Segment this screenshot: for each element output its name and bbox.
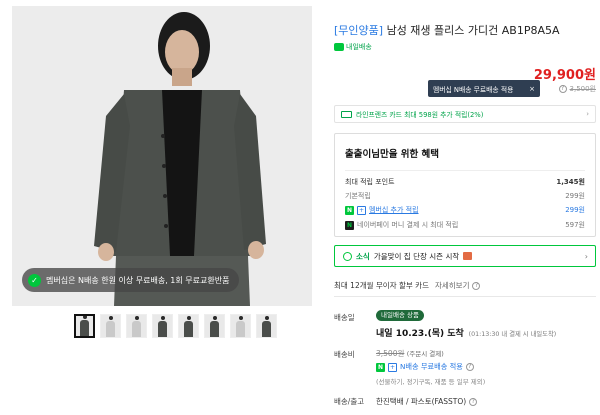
promo-text: 멤버십은 N배송 한원 이상 무료배송, 1회 무료교환반품 (46, 275, 230, 285)
thumbnail[interactable] (256, 314, 277, 338)
divider (334, 296, 596, 297)
original-price: ? 3,500원 (558, 84, 596, 94)
fee-original: 3,500원 (376, 349, 405, 358)
shipping-fee-label: 배송비 (334, 350, 355, 359)
news-prefix: 소식 (356, 251, 370, 261)
basic-label: 기본적립 (345, 192, 371, 200)
close-icon[interactable]: × (529, 85, 535, 93)
original-price-value: 3,500원 (569, 85, 596, 93)
card-offer-text: 라인프렌즈 카드 최대 598원 추가 적립(2%) (356, 111, 484, 119)
max-points-row: 최대 적립 포인트 1,345원 (345, 177, 585, 187)
model-illustration (12, 6, 312, 306)
fee-note: (주문시 결제) (406, 350, 444, 358)
membership-points-link[interactable]: 멤버십 추가 적립 (369, 205, 419, 215)
thumbnail[interactable] (100, 314, 121, 338)
benefit-heading: 출출이님만을 위한 혜택 (345, 149, 440, 160)
membership-promo-pill: ✓ 멤버십은 N배송 한원 이상 무료배송, 1회 무료교환반품 (22, 268, 240, 292)
thumbnail[interactable] (74, 314, 95, 338)
basic-points-row: 기본적립 299원 (345, 191, 585, 201)
help-icon: ? (472, 281, 481, 290)
max-points-label: 최대 적립 포인트 (345, 178, 395, 186)
sale-price: 29,900원 (533, 68, 596, 83)
arrival-note: (01:13:30 내 결제 시 내일도착) (468, 331, 557, 338)
npay-points-row: N 네이버페이 머니 결제 시 최대 적립 597원 (345, 220, 585, 230)
installment-more-link[interactable]: 자세히보기 ? (435, 280, 481, 291)
membership-points-row: N + 멤버십 추가 적립 299원 (345, 205, 585, 215)
shipping-fee: 3,500원 (주문시 결제) (376, 348, 444, 359)
next-day-tag: 내일배송 (334, 42, 372, 52)
card-icon (341, 110, 352, 118)
arrival-date: 내일 10.23.(목) 도착 (376, 329, 464, 339)
thumbnail[interactable] (204, 314, 225, 338)
benefit-box: 출출이님만을 위한 혜택 최대 적립 포인트 1,345원 기본적립 299원 … (334, 133, 596, 237)
card-offer-bar[interactable]: 라인프렌즈 카드 최대 598원 추가 적립(2%) › (334, 105, 596, 123)
help-icon[interactable]: ? (469, 397, 478, 406)
help-icon[interactable]: ? (558, 85, 567, 93)
thumbnail[interactable] (152, 314, 173, 338)
plus-icon: + (388, 362, 397, 372)
season-news-bar[interactable]: 소식 가을맞이 집 단장 시즌 시작 › (334, 245, 596, 267)
npay-label: 네이버페이 머니 결제 시 최대 적립 (357, 221, 459, 229)
thumbnail-strip (74, 314, 277, 338)
chevron-right-icon: › (586, 110, 589, 118)
n-badge-icon: N (345, 205, 354, 215)
chevron-right-icon: › (584, 251, 588, 261)
member-shipping-note: (선물하기, 정기구독, 재품 등 일부 제외) (376, 378, 486, 386)
next-day-product-badge: 내일배송 상품 (376, 310, 424, 321)
membership-free-shipping: N + N배송 무료배송 적용 ? (376, 362, 474, 372)
carrier-name: 한진택배 / 파스토(FASSTO) (376, 397, 467, 406)
thumbnail[interactable] (230, 314, 251, 338)
delivery-day-label: 배송일 (334, 313, 355, 322)
n-badge-icon: N (376, 362, 385, 372)
thumbnail[interactable] (126, 314, 147, 338)
member-shipping-text: N배송 무료배송 적용 (400, 362, 463, 371)
carrier-info: 한진택배 / 파스토(FASSTO) ? (376, 396, 478, 407)
membership-tooltip: 멤버십 N배송 무료배송 적용 × (428, 80, 540, 97)
npay-icon: N (345, 220, 354, 230)
delivery-icon (334, 43, 344, 51)
npay-value: 597원 (565, 221, 585, 229)
arrival-info: 내일 10.23.(목) 도착 (01:13:30 내 결제 시 내일도착) (376, 326, 556, 339)
carrier-label: 배송/출고 (334, 397, 365, 406)
check-icon: ✓ (28, 273, 41, 287)
max-points-value: 1,345원 (556, 178, 585, 186)
plus-icon: + (357, 205, 366, 215)
tooltip-text: 멤버십 N배송 무료배송 적용 (433, 85, 514, 94)
thumbnail[interactable] (178, 314, 199, 338)
news-text: 가을맞이 집 단장 시즌 시작 (373, 251, 460, 261)
gift-box-icon (463, 252, 473, 260)
next-day-label: 내일배송 (346, 43, 372, 51)
membership-value: 299원 (565, 206, 585, 214)
product-title: [무인양품] 남성 재생 플리스 가디건 AB1P8A5A (334, 22, 560, 38)
product-name: 남성 재생 플리스 가디건 AB1P8A5A (383, 24, 560, 37)
help-icon[interactable]: ? (465, 363, 474, 371)
more-label: 자세히보기 (434, 281, 470, 290)
product-image[interactable]: ✓ 멤버십은 N배송 한원 이상 무료배송, 1회 무료교환반품 (12, 6, 312, 306)
bell-icon (343, 251, 352, 261)
basic-value: 299원 (565, 192, 585, 200)
installment-row: 최대 12개월 무이자 할부 카드 자세히보기 ? (334, 280, 481, 291)
brand-link[interactable]: [무인양품] (334, 24, 383, 37)
installment-text: 최대 12개월 무이자 할부 카드 (334, 281, 429, 290)
divider (345, 170, 585, 171)
